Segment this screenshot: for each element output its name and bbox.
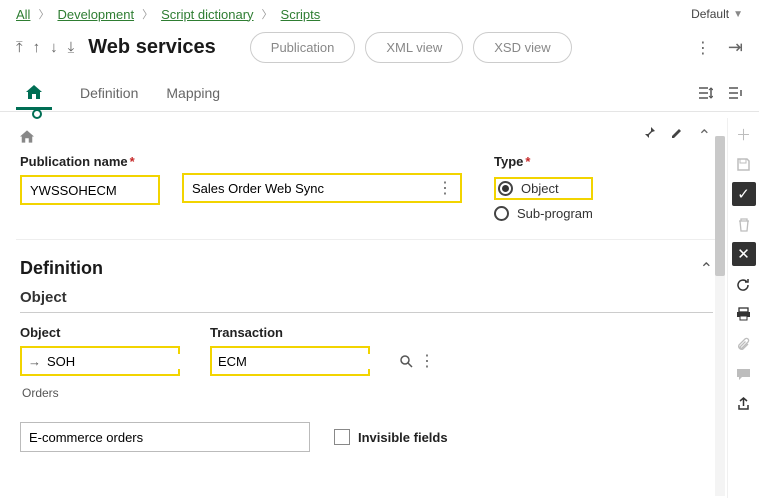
xsd-view-button[interactable]: XSD view: [473, 32, 571, 63]
invisible-fields-checkbox[interactable]: [334, 429, 350, 445]
invisible-fields-label: Invisible fields: [358, 430, 448, 445]
expand-sections-icon[interactable]: [697, 85, 713, 101]
type-label: Type: [494, 154, 523, 169]
breadcrumb-development[interactable]: Development: [57, 7, 134, 22]
tab-mapping[interactable]: Mapping: [152, 75, 234, 111]
toolbar-delete-icon[interactable]: [732, 212, 756, 236]
nav-next-icon[interactable]: ↓: [50, 39, 58, 56]
ecommerce-input[interactable]: [29, 430, 301, 445]
toolbar-refresh-icon[interactable]: [732, 272, 756, 296]
section-collapse-icon[interactable]: ⌃: [700, 259, 713, 279]
link-arrow-icon[interactable]: →: [28, 354, 41, 369]
endpoint-default-label: Default: [691, 7, 729, 21]
object-helper: Orders: [20, 386, 180, 400]
pubname-label: Publication name: [20, 154, 128, 169]
breadcrumb: All 〉 Development 〉 Script dictionary 〉 …: [16, 6, 320, 22]
pubname-input[interactable]: [30, 183, 150, 198]
toolbar-comment-icon[interactable]: [732, 362, 756, 386]
exit-icon[interactable]: ⇥: [728, 37, 743, 58]
radio-selected-icon: [498, 181, 513, 196]
toolbar-print-icon[interactable]: [732, 302, 756, 326]
pin-icon[interactable]: [642, 126, 656, 146]
breadcrumb-script-dictionary[interactable]: Script dictionary: [161, 7, 253, 22]
divider: [20, 312, 713, 313]
tab-home[interactable]: [16, 77, 52, 110]
edit-icon[interactable]: [670, 126, 684, 146]
type-object-radio[interactable]: Object: [494, 177, 593, 200]
scrollbar-track[interactable]: [715, 136, 725, 496]
toolbar-attach-icon[interactable]: [732, 332, 756, 356]
chevron-right-icon: 〉: [142, 6, 153, 22]
radio-unselected-icon: [494, 206, 509, 221]
pubdesc-input[interactable]: [192, 181, 437, 196]
search-icon[interactable]: [400, 355, 413, 368]
type-subprogram-label: Sub-program: [517, 206, 593, 221]
chevron-right-icon: 〉: [38, 6, 49, 22]
toolbar-save-icon[interactable]: [732, 152, 756, 176]
caret-down-icon: ▼: [733, 9, 743, 20]
toolbar-share-icon[interactable]: [732, 392, 756, 416]
object-label: Object: [20, 325, 180, 340]
breadcrumb-scripts[interactable]: Scripts: [281, 7, 321, 22]
publication-button[interactable]: Publication: [250, 32, 356, 63]
transaction-label: Transaction: [210, 325, 370, 340]
more-actions-icon[interactable]: ⋮: [695, 38, 710, 58]
scrollbar-thumb[interactable]: [715, 136, 725, 276]
toolbar-cancel-icon[interactable]: ✕: [732, 242, 756, 266]
collapse-sections-icon[interactable]: [727, 85, 743, 101]
tab-definition[interactable]: Definition: [66, 75, 152, 111]
transaction-more-icon[interactable]: ⋮: [419, 351, 434, 371]
nav-last-icon[interactable]: ⤓: [68, 39, 75, 56]
panel-home-icon[interactable]: [20, 130, 34, 143]
nav-prev-icon[interactable]: ↑: [33, 39, 41, 56]
breadcrumb-all[interactable]: All: [16, 7, 30, 22]
page-title: Web services: [88, 36, 216, 59]
type-object-label: Object: [521, 181, 559, 196]
chevron-right-icon: 〉: [262, 6, 273, 22]
definition-heading: Definition: [20, 258, 103, 279]
toolbar-new-icon[interactable]: ＋: [732, 122, 756, 146]
endpoint-default-dropdown[interactable]: Default ▼: [691, 7, 743, 21]
collapse-icon[interactable]: ⌃: [698, 126, 711, 146]
object-input[interactable]: [47, 354, 223, 369]
xml-view-button[interactable]: XML view: [365, 32, 463, 63]
pubdesc-more-icon[interactable]: ⋮: [437, 178, 452, 198]
nav-first-icon[interactable]: ⤒: [16, 39, 23, 56]
transaction-input[interactable]: [218, 354, 394, 369]
object-subheading: Object: [16, 287, 717, 312]
toolbar-create-icon[interactable]: ✓: [732, 182, 756, 206]
type-subprogram-radio[interactable]: Sub-program: [494, 206, 593, 221]
